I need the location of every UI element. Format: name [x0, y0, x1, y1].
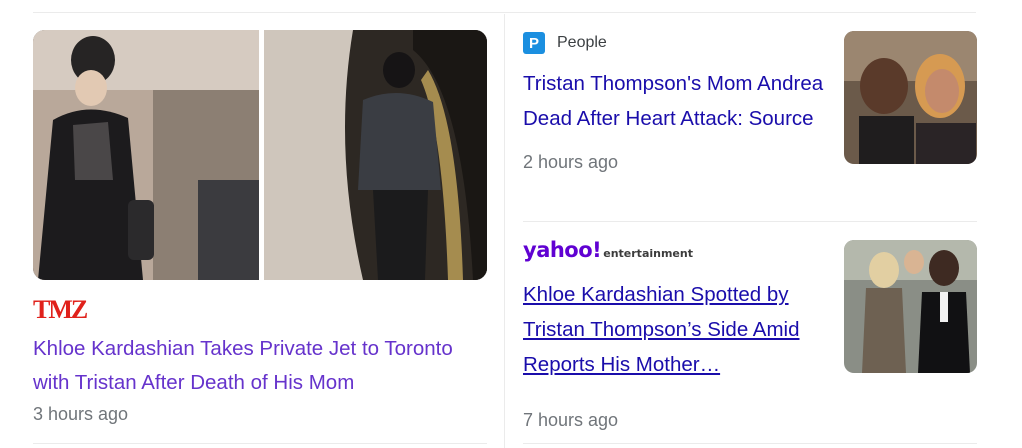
main-story-image[interactable]: [33, 30, 487, 280]
yahoo-logo-text: yahoo!: [523, 238, 602, 262]
main-story-title[interactable]: Khloe Kardashian Takes Private Jet to To…: [33, 332, 493, 400]
side-story-time: 7 hours ago: [523, 410, 619, 430]
main-story-card[interactable]: TMZ Khloe Kardashian Takes Private Jet t…: [33, 30, 487, 425]
people-logo-icon: P: [523, 32, 545, 54]
top-divider: [33, 12, 976, 13]
bottom-divider-left: [33, 443, 487, 444]
side-story-thumbnail[interactable]: [844, 31, 977, 164]
source-name: People: [557, 34, 607, 51]
column-divider: [504, 14, 505, 448]
tmz-logo-text: TMZ: [33, 297, 88, 321]
middle-divider: [523, 221, 977, 222]
main-story-time: 3 hours ago: [33, 404, 129, 424]
bottom-divider-right: [523, 443, 977, 444]
side-story-title[interactable]: Tristan Thompson's Mom Andrea Dead After…: [523, 66, 828, 136]
side-story-card-yahoo[interactable]: yahoo! entertainment Khloe Kardashian Sp…: [523, 238, 977, 438]
side-story-thumbnail[interactable]: [844, 240, 977, 373]
side-story-card-people[interactable]: P People Tristan Thompson's Mom Andrea D…: [523, 31, 977, 211]
yahoo-logo-subtext: entertainment: [603, 247, 693, 260]
tmz-logo: TMZ: [33, 295, 487, 324]
side-story-title[interactable]: Khloe Kardashian Spotted by Tristan Thom…: [523, 277, 828, 382]
